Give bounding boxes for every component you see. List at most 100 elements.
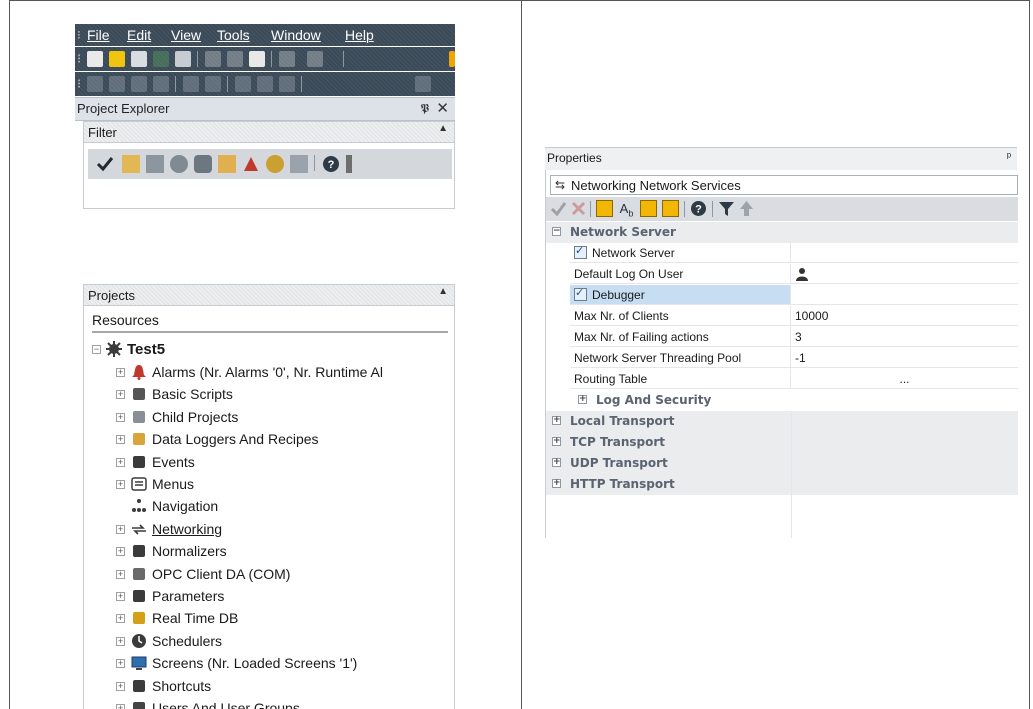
- pin-icon[interactable]: 𝕻: [420, 101, 429, 116]
- opc-filter-icon[interactable]: [170, 155, 188, 173]
- tree-item[interactable]: + OPC Client DA (COM): [116, 565, 446, 585]
- expand-toggle-icon[interactable]: +: [116, 592, 125, 601]
- menu-edit[interactable]: Edit: [127, 27, 151, 43]
- realtime-filter-icon[interactable]: [266, 155, 284, 173]
- collapse-toggle-icon[interactable]: −: [552, 227, 561, 236]
- group-icon[interactable]: [235, 76, 251, 92]
- categorized-view-icon[interactable]: [596, 200, 613, 217]
- property-value[interactable]: [791, 285, 1018, 305]
- checkmark-icon[interactable]: [96, 155, 114, 173]
- property-category[interactable]: + Log And Security: [546, 390, 1018, 411]
- tree-item[interactable]: + Events: [116, 453, 446, 473]
- expand-toggle-icon[interactable]: +: [552, 437, 561, 446]
- grid-icon[interactable]: [415, 76, 431, 92]
- checkbox-checked-icon[interactable]: [574, 244, 587, 259]
- expand-toggle-icon[interactable]: +: [116, 524, 125, 534]
- more-icon[interactable]: [346, 155, 352, 173]
- arrow-up-icon[interactable]: [738, 200, 755, 217]
- alphabetical-view-icon[interactable]: Ab: [618, 200, 635, 219]
- tree-item[interactable]: + Schedulers: [116, 632, 446, 652]
- same-width-icon[interactable]: [183, 76, 199, 92]
- expand-toggle-icon[interactable]: +: [116, 547, 125, 557]
- expand-toggle-icon[interactable]: +: [116, 614, 125, 624]
- tree-item[interactable]: + Menus: [116, 475, 446, 495]
- tree-item[interactable]: + Real Time DB: [116, 609, 446, 629]
- new-document-icon[interactable]: [87, 51, 103, 67]
- filter-section-header[interactable]: Filter ▲: [83, 121, 455, 143]
- redo-icon[interactable]: [307, 51, 323, 67]
- toolbar-grip-icon[interactable]: ⁝: [77, 28, 81, 42]
- property-value[interactable]: -1: [791, 348, 1018, 368]
- align-right-icon[interactable]: [131, 76, 147, 92]
- property-value[interactable]: 10000: [791, 306, 1018, 326]
- users-filter-icon[interactable]: [194, 155, 212, 173]
- expand-toggle-icon[interactable]: +: [552, 479, 561, 488]
- expand-toggle-icon[interactable]: +: [116, 659, 125, 669]
- print-icon[interactable]: [153, 51, 169, 67]
- expand-toggle-icon[interactable]: +: [116, 390, 125, 400]
- tree-item[interactable]: + Shortcuts: [116, 677, 446, 697]
- property-row[interactable]: Network Server Threading Pool -1: [546, 348, 1018, 369]
- expand-toggle-icon[interactable]: +: [116, 569, 125, 579]
- save-icon[interactable]: [131, 51, 147, 67]
- tree-item[interactable]: + Screens (Nr. Loaded Screens '1'): [116, 654, 446, 674]
- tree-item[interactable]: + Normalizers: [116, 542, 446, 562]
- open-project-icon[interactable]: [109, 51, 125, 67]
- tree-item[interactable]: + Alarms (Nr. Alarms '0', Nr. Runtime Al: [116, 363, 446, 383]
- menu-tools[interactable]: Tools: [217, 27, 250, 43]
- copy-icon[interactable]: [227, 51, 243, 67]
- help-icon[interactable]: ?: [322, 155, 340, 173]
- align-left-icon[interactable]: [87, 76, 103, 92]
- comment-icon[interactable]: [662, 200, 679, 217]
- tree-item[interactable]: + Data Loggers And Recipes: [116, 430, 446, 450]
- property-value[interactable]: 3: [791, 327, 1018, 347]
- menu-window[interactable]: Window: [271, 27, 321, 43]
- menu-help[interactable]: Help: [345, 27, 374, 43]
- tree-item[interactable]: + Networking: [116, 520, 446, 540]
- build-icon[interactable]: [449, 51, 455, 67]
- expand-toggle-icon[interactable]: +: [116, 480, 125, 489]
- property-row[interactable]: Debugger: [546, 285, 1018, 306]
- undo-icon[interactable]: [279, 51, 295, 67]
- filter-funnel-icon[interactable]: [718, 200, 735, 217]
- close-icon[interactable]: ✕: [436, 99, 449, 117]
- property-category[interactable]: − Network Server: [546, 222, 1018, 243]
- ungroup-icon[interactable]: [257, 76, 273, 92]
- bring-front-icon[interactable]: [279, 76, 295, 92]
- property-value[interactable]: [791, 264, 1018, 284]
- menu-file[interactable]: File: [87, 27, 110, 43]
- expand-toggle-icon[interactable]: +: [116, 636, 125, 646]
- pin-icon[interactable]: ᵖ: [1007, 151, 1011, 163]
- property-row[interactable]: Network Server: [546, 243, 1018, 264]
- property-category[interactable]: + TCP Transport: [546, 432, 1018, 453]
- expand-toggle-icon[interactable]: +: [116, 368, 125, 377]
- tree-item[interactable]: + Child Projects: [116, 408, 446, 428]
- cut-icon[interactable]: [205, 51, 221, 67]
- expand-toggle-icon[interactable]: +: [116, 435, 125, 445]
- alarm-filter-icon[interactable]: [242, 155, 260, 173]
- property-value[interactable]: [791, 243, 1018, 263]
- property-row[interactable]: Max Nr. of Failing actions 3: [546, 327, 1018, 348]
- collapse-toggle-icon[interactable]: −: [92, 345, 101, 354]
- apply-icon[interactable]: [550, 200, 567, 217]
- data-logger-filter-icon[interactable]: [122, 155, 140, 173]
- expand-toggle-icon[interactable]: +: [116, 681, 125, 691]
- collapse-icon[interactable]: ▲: [438, 286, 448, 297]
- same-height-icon[interactable]: [205, 76, 221, 92]
- resource-filter-icon[interactable]: [146, 155, 164, 173]
- expand-toggle-icon[interactable]: +: [116, 457, 125, 467]
- expand-toggle-icon[interactable]: +: [552, 458, 561, 467]
- child-project-filter-icon[interactable]: [290, 155, 308, 173]
- help-icon[interactable]: ?: [690, 200, 707, 217]
- tree-root-test5[interactable]: − Test5: [92, 340, 392, 360]
- menu-view[interactable]: View: [171, 27, 201, 43]
- expand-toggle-icon[interactable]: +: [116, 412, 125, 422]
- align-center-icon[interactable]: [109, 76, 125, 92]
- projects-section-header[interactable]: Projects ▲: [83, 284, 455, 306]
- toolbar-grip-icon[interactable]: ⁝: [77, 76, 81, 92]
- tree-item[interactable]: + Basic Scripts: [116, 385, 446, 405]
- property-row[interactable]: Default Log On User: [546, 264, 1018, 285]
- expand-toggle-icon[interactable]: +: [116, 704, 125, 709]
- paste-icon[interactable]: [249, 51, 265, 67]
- selected-object-field[interactable]: ⇆ Networking Network Services: [550, 175, 1018, 195]
